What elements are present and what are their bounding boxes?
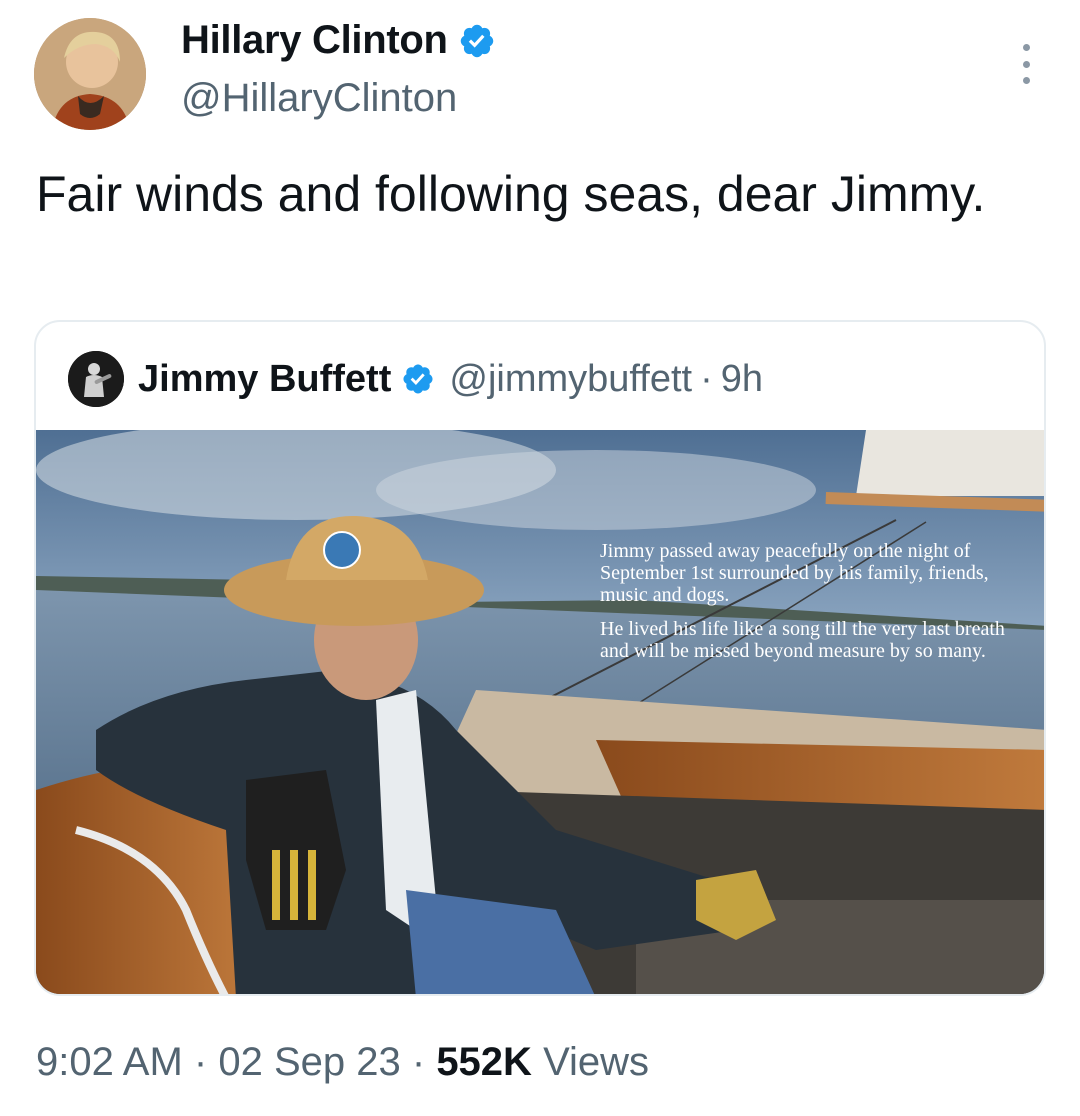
quoted-verified-badge-icon[interactable] [401,362,435,396]
quoted-header-separator: · [700,357,713,400]
views-count[interactable]: 552K [436,1040,532,1084]
photo-caption-paragraph-1: Jimmy passed away peacefully on the nigh… [600,540,989,606]
meta-separator-2: · [411,1040,426,1084]
verified-badge-icon[interactable] [458,22,496,60]
meta-separator-1: · [193,1040,208,1084]
more-options-icon[interactable] [1020,44,1032,84]
author-handle[interactable]: @HillaryClinton [181,76,457,121]
quoted-author-avatar[interactable] [68,351,124,407]
quoted-tweet-photo[interactable]: Jimmy passed away peacefully on the nigh… [36,430,1044,994]
tweet-date[interactable]: 02 Sep 23 [218,1040,400,1084]
quoted-author-display-name[interactable]: Jimmy Buffett [138,358,391,401]
author-avatar-image [34,18,146,130]
photo-caption-paragraph-2: He lived his life like a song till the v… [600,618,1005,662]
author-avatar[interactable] [34,18,146,130]
photo-caption: Jimmy passed away peacefully on the nigh… [600,540,1030,674]
quoted-tweet-card[interactable]: Jimmy Buffett @jimmybuffett · 9h Jimmy p… [34,320,1046,996]
tweet-meta: 9:02 AM · 02 Sep 23 · 552K Views [36,1040,649,1085]
quoted-tweet-header: Jimmy Buffett @jimmybuffett · 9h [68,348,763,410]
quoted-author-handle[interactable]: @jimmybuffett [449,358,692,401]
tweet-time[interactable]: 9:02 AM [36,1040,183,1084]
quoted-tweet-timestamp[interactable]: 9h [721,358,763,401]
tweet-text: Fair winds and following seas, dear Jimm… [36,166,986,222]
author-display-name-row[interactable]: Hillary Clinton [181,18,496,63]
sailboat-photo-image [36,430,1044,994]
author-display-name[interactable]: Hillary Clinton [181,18,448,63]
views-label: Views [543,1040,650,1084]
